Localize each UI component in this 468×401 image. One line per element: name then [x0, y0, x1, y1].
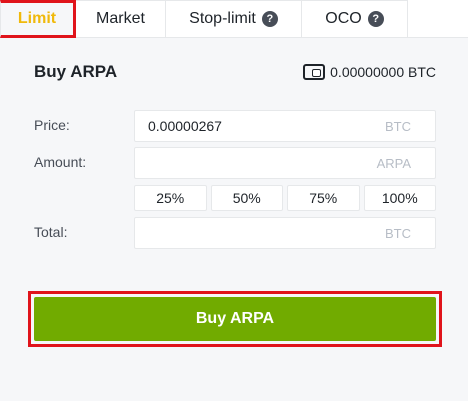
total-input[interactable]: BTC [134, 217, 436, 249]
pct-25-button[interactable]: 25% [134, 185, 207, 211]
question-circle-icon[interactable]: ? [367, 11, 384, 27]
buy-button[interactable]: Buy ARPA [34, 297, 436, 341]
tab-market[interactable]: Market [76, 0, 166, 38]
percentage-selector: 25% 50% 75% 100% [134, 185, 436, 211]
balance-value: 0.00000000 BTC [330, 64, 436, 80]
price-unit: BTC [385, 118, 411, 134]
price-input[interactable]: 0.00000267 BTC [134, 110, 436, 142]
tab-limit-label: Limit [17, 10, 57, 27]
question-circle-icon[interactable]: ? [261, 11, 278, 27]
tab-oco-label: OCO [325, 10, 362, 27]
price-label: Price: [34, 117, 70, 133]
buy-order-panel: Buy ARPA 0.00000000 BTC Price: 0.0000026… [0, 38, 468, 401]
buy-button-highlight: Buy ARPA [28, 291, 442, 347]
tab-oco[interactable]: OCO ? [302, 0, 408, 38]
pct-100-button[interactable]: 100% [363, 185, 436, 211]
tab-stop-limit-label: Stop-limit [189, 10, 256, 27]
order-type-tabs: Limit Market Stop-limit ? OCO ? [0, 0, 468, 38]
tabs-filler [408, 0, 468, 38]
tab-stop-limit[interactable]: Stop-limit ? [166, 0, 302, 38]
total-label: Total: [34, 224, 68, 240]
available-balance: 0.00000000 BTC [303, 64, 436, 80]
amount-unit: ARPA [376, 155, 411, 171]
total-unit: BTC [385, 225, 411, 241]
tab-limit[interactable]: Limit [0, 0, 76, 38]
pct-50-button[interactable]: 50% [210, 185, 283, 211]
pct-75-button[interactable]: 75% [287, 185, 360, 211]
wallet-icon [303, 64, 326, 80]
amount-label: Amount: [34, 154, 87, 170]
amount-input[interactable]: ARPA [134, 147, 436, 179]
price-value: 0.00000267 [148, 118, 222, 134]
form-title: Buy ARPA [34, 62, 118, 81]
tab-market-label: Market [96, 10, 145, 27]
